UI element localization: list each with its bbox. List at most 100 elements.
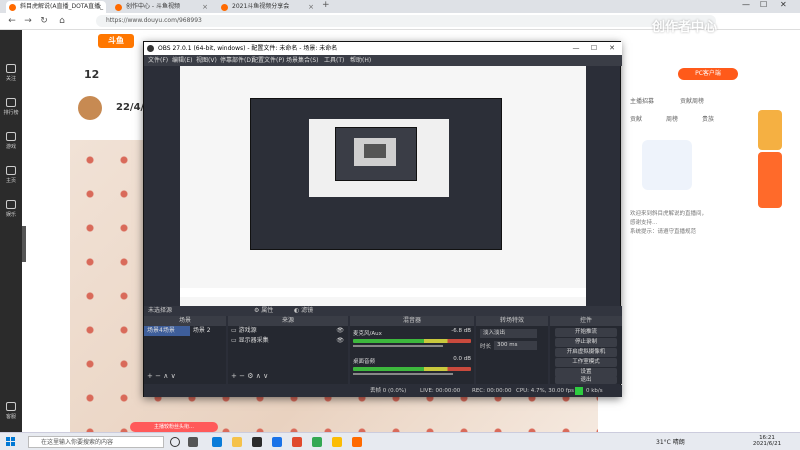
down-icon[interactable]: ∨	[171, 372, 176, 380]
maximize-icon[interactable]: ☐	[586, 42, 602, 55]
task-view-icon[interactable]	[188, 437, 198, 447]
duration-label: 时长	[480, 344, 492, 350]
pc-client-button[interactable]: PC客户端	[678, 68, 738, 80]
filters-button[interactable]: ◐ 滤镜	[294, 306, 313, 316]
weather-widget[interactable]: 31°C 晴朗	[656, 437, 685, 446]
source-item[interactable]: ▭ 游戏源 👁	[228, 326, 348, 336]
subtab-1[interactable]: 周榜	[666, 114, 678, 123]
site-logo[interactable]: 斗鱼	[98, 34, 134, 48]
no-source-label: 未选择源	[148, 307, 173, 314]
nav-collapse-handle[interactable]	[22, 226, 26, 262]
menu-edit[interactable]: 编辑(E)	[172, 55, 192, 66]
nav-games[interactable]: 游戏	[0, 132, 22, 150]
menu-docks[interactable]: 停靠部件(D)	[220, 55, 253, 66]
chrome-icon[interactable]	[332, 437, 342, 447]
eye-icon: 👁	[336, 327, 344, 334]
source-item[interactable]: ▭ 显示器采集 👁	[228, 336, 348, 346]
menu-tools[interactable]: 工具(T)	[324, 55, 344, 66]
nav-follow[interactable]: 关注	[0, 64, 22, 82]
virtual-camera-button[interactable]: 开启虚拟摄像机	[555, 348, 617, 357]
nested-taskbar	[180, 288, 586, 297]
scene-toolbar: + − ∧ ∨	[147, 372, 176, 380]
close-window-icon[interactable]: ✕	[780, 0, 787, 9]
volume-slider[interactable]	[353, 373, 453, 375]
cortana-icon[interactable]	[170, 437, 180, 447]
exit-button[interactable]: 退出	[555, 376, 617, 384]
url-input[interactable]: https://www.douyu.com/968993	[96, 15, 716, 27]
back-icon[interactable]: ←	[6, 15, 18, 27]
obs-preview[interactable]	[180, 66, 586, 306]
taskbar-clock[interactable]: 16:21 2021/6/21	[744, 435, 790, 447]
douyu-favicon-icon	[9, 4, 16, 11]
app-icon[interactable]	[292, 437, 302, 447]
up-icon[interactable]: ∧	[256, 372, 261, 380]
transition-select[interactable]: 淡入淡出	[480, 329, 537, 338]
studio-mode-button[interactable]: 工作室模式	[555, 358, 617, 367]
tab-recruit[interactable]: 主播招募	[630, 96, 654, 105]
menu-scene-collection[interactable]: 场景集合(S)	[286, 55, 319, 66]
eye-icon: 👁	[336, 337, 344, 344]
mixer-track: 麦克风/Aux -6.8 dB	[353, 328, 471, 347]
app-icon[interactable]	[272, 437, 282, 447]
watermark: 创作者中心	[652, 20, 718, 35]
remove-icon[interactable]: −	[239, 372, 245, 380]
nested-obs-1	[250, 98, 502, 250]
streamer-avatar[interactable]	[78, 96, 102, 120]
forward-icon[interactable]: →	[22, 15, 34, 27]
tab-label: 创作中心 - 斗鱼视频	[126, 3, 180, 10]
menu-view[interactable]: 视图(V)	[196, 55, 217, 66]
refresh-icon[interactable]: ↻	[38, 15, 50, 27]
browser-tab-2[interactable]: 创作中心 - 斗鱼视频 ×	[112, 1, 212, 13]
home-icon[interactable]: ⌂	[56, 15, 68, 27]
up-icon[interactable]: ∧	[163, 372, 168, 380]
menu-file[interactable]: 文件(F)	[148, 55, 168, 66]
menu-help[interactable]: 帮助(H)	[350, 55, 371, 66]
down-icon[interactable]: ∨	[263, 372, 268, 380]
edge-icon[interactable]	[212, 437, 222, 447]
scene-item[interactable]: 场景4场景	[144, 326, 190, 336]
start-streaming-button[interactable]: 开始推流	[555, 328, 617, 337]
promo-badge[interactable]	[758, 110, 782, 150]
subtab-2[interactable]: 贵族	[702, 114, 714, 123]
scene-item[interactable]: 场景 2	[190, 326, 226, 336]
nav-service[interactable]: 客服	[0, 402, 22, 420]
nav-home[interactable]: 主页	[0, 166, 22, 184]
menu-profile[interactable]: 配置文件(P)	[252, 55, 284, 66]
close-icon[interactable]: ✕	[604, 42, 620, 55]
new-tab-icon[interactable]: +	[322, 0, 330, 10]
windows-start-icon[interactable]	[6, 437, 16, 447]
add-icon[interactable]: +	[231, 372, 237, 380]
stop-recording-button[interactable]: 停止录制	[555, 338, 617, 347]
file-explorer-icon[interactable]	[232, 437, 242, 447]
minimize-icon[interactable]: —	[742, 0, 750, 9]
transitions-header: 转场特效	[476, 316, 548, 326]
nav-ent[interactable]: 娱乐	[0, 200, 22, 218]
browser-tab-1[interactable]: 斜目虎解说(A直播_DOTA直播_ ×	[6, 1, 106, 13]
minimize-icon[interactable]: —	[568, 42, 584, 55]
maximize-icon[interactable]: ☐	[760, 0, 767, 9]
mixer-track: 桌面音频 0.0 dB	[353, 356, 471, 375]
follow-count: 12	[84, 68, 100, 81]
volume-slider[interactable]	[353, 345, 443, 347]
duration-input[interactable]: 300 ms	[494, 341, 537, 350]
browser-tab-3[interactable]: 2021斗鱼视频分享会 ×	[218, 1, 318, 13]
remove-icon[interactable]: −	[155, 372, 161, 380]
tab-contrib[interactable]: 贡献周榜	[680, 96, 704, 105]
properties-button[interactable]: ⚙ 属性	[254, 306, 273, 316]
nav-rank[interactable]: 排行榜	[0, 98, 22, 116]
subtab-0[interactable]: 贡献	[630, 114, 642, 123]
close-icon[interactable]: ×	[308, 1, 314, 13]
add-icon[interactable]: +	[147, 372, 153, 380]
close-icon[interactable]: ×	[96, 1, 102, 13]
nested-obs-3	[364, 144, 386, 158]
taskbar-search-input[interactable]: 在这里输入你要搜索的内容	[28, 436, 164, 448]
app-icon[interactable]	[312, 437, 322, 447]
douyu-icon[interactable]	[352, 437, 362, 447]
dropped-frames: 丢帧 0 (0.0%)	[370, 388, 407, 394]
gamepad-icon	[6, 132, 16, 141]
gift-banner[interactable]: 主播较粉丝头衔…	[130, 422, 218, 432]
promo-gift[interactable]	[758, 152, 782, 208]
gear-icon[interactable]: ⚙	[247, 372, 253, 380]
obs-taskbar-icon[interactable]	[252, 437, 262, 447]
close-icon[interactable]: ×	[202, 1, 208, 13]
